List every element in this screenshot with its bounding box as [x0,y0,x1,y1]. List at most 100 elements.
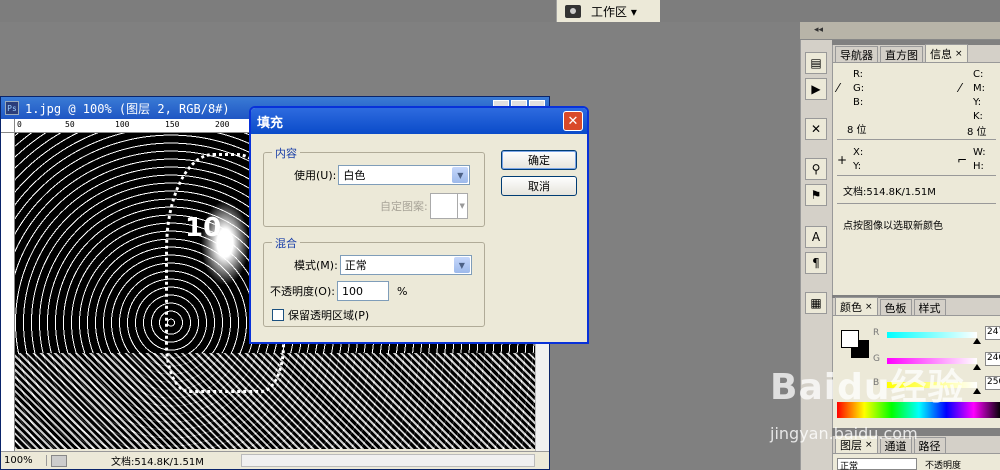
info-y: Y: [973,97,982,108]
close-icon[interactable]: × [865,302,873,312]
info-x: X: [853,147,864,158]
tab-swatches[interactable]: 色板 [879,299,912,315]
clone-icon[interactable]: ⚑ [805,184,827,206]
chevron-down-icon[interactable]: ▼ [456,194,467,218]
tab-styles[interactable]: 样式 [913,299,946,315]
tab-histogram[interactable]: 直方图 [880,46,923,62]
g-slider-thumb[interactable] [973,364,981,370]
divider [837,175,996,176]
status-bar: 100% 文档:514.8K/1.51M [1,451,549,469]
baidu-watermark-logo: Baidu经验 [770,367,965,408]
custom-pattern-row: 自定图案: ▼ [380,193,468,219]
info-r: R: [853,69,864,80]
info-c: C: [973,69,984,80]
info-b: B: [853,97,864,108]
ruler-tick: 200 [215,120,230,129]
eyedropper-icon: ⁄ [837,81,840,95]
layer-opacity-label: 不透明度 [925,461,962,470]
info-k: K: [973,111,983,122]
pattern-picker[interactable]: ▼ [429,193,468,219]
status-menu-icon[interactable] [51,454,67,467]
dialog-close-button[interactable]: ✕ [563,111,583,131]
paragraph-icon[interactable]: ¶ [805,252,827,274]
jersey-number: 10 [185,213,222,243]
info-bits-left: 8 位 [847,125,867,136]
info-y-coord: Y: [853,161,862,172]
workspace-label: 工作区 ▾ [591,4,637,19]
camera-icon [565,4,581,18]
document-info: 文档:514.8K/1.51M [111,457,204,468]
blend-mode-select[interactable]: 正常 [837,458,917,470]
close-icon[interactable]: × [955,49,963,59]
info-hint: 点按图像以选取新颜色 [843,221,943,232]
opacity-label: 不透明度(O): [270,285,335,298]
info-g: G: [853,83,865,94]
zoom-level[interactable]: 100% [1,455,47,466]
ruler-tick: 150 [165,120,180,129]
info-body: ⁄ R: G: B: 8 位 ⁄ C: M: Y: K: 8 位 + X: Y:… [833,63,1000,198]
tab-color[interactable]: 颜色 × [835,297,878,315]
divider [837,203,996,204]
vertical-ruler[interactable] [1,133,15,451]
workspace-menu[interactable]: 工作区 ▾ [556,0,660,22]
r-label: R [873,328,880,338]
mode-select[interactable]: 正常 ▼ [339,255,472,275]
preserve-transparency-checkbox[interactable] [272,309,284,321]
info-doc-size: 文档:514.8K/1.51M [843,187,936,198]
fill-dialog: 填充 ✕ 内容 使用(U): 白色 ▼ 自定图案: ▼ 混合 模式(M): 正常… [249,106,589,344]
tab-navigator[interactable]: 导航器 [835,46,878,62]
selection-size-icon: ⌐ [957,153,968,167]
eyedropper-icon: ⁄ [959,81,962,95]
color-tabs: 颜色 × 色板 样式 [833,297,1000,316]
foreground-color-swatch[interactable] [841,330,859,348]
info-h: H: [973,161,984,172]
use-row: 使用(U): 白色 ▼ [294,165,471,185]
dock-header[interactable]: ◂◂ [800,22,1000,40]
play-icon[interactable]: ▶ [805,78,827,100]
ruler-corner[interactable] [1,119,15,133]
blending-group-label: 混合 [272,235,300,251]
tab-color-label: 颜色 [840,300,862,314]
blending-group: 混合 模式(M): 正常 ▼ 不透明度(O): 100 % 保留透明区域(P) [263,235,485,327]
custom-pattern-label: 自定图案: [380,200,428,213]
layer-comps-icon[interactable]: ▦ [805,292,827,314]
character-icon[interactable]: A [805,226,827,248]
info-panel: 导航器 直方图 信息 × ⁄ R: G: B: 8 位 ⁄ C: M: Y: K:… [832,44,1000,295]
r-slider[interactable] [887,332,977,338]
use-value: 白色 [343,169,366,182]
info-m: M: [973,83,985,94]
mode-value: 正常 [344,259,367,272]
tab-paths[interactable]: 路径 [913,437,946,453]
preserve-row: 保留透明区域(P) [272,307,369,323]
info-tabs: 导航器 直方图 信息 × [833,44,1000,63]
opacity-value: 100 [341,284,363,298]
chevron-down-icon[interactable]: ▼ [453,257,470,273]
b-slider-thumb[interactable] [973,388,981,394]
r-value[interactable]: 247 [985,326,1000,340]
g-value[interactable]: 240 [985,352,1000,366]
use-label: 使用(U): [294,169,337,182]
dialog-title: 填充 [257,115,284,131]
b-value[interactable]: 250 [985,376,1000,390]
document-title: 1.jpg @ 100% (图层 2, RGB/8#) [25,101,230,116]
chevron-down-icon[interactable]: ▼ [452,167,469,183]
r-slider-thumb[interactable] [973,338,981,344]
preserve-transparency-label[interactable]: 保留透明区域(P) [288,307,369,323]
opacity-input[interactable]: 100 [336,281,389,301]
brush-icon[interactable]: ⚲ [805,158,827,180]
tab-info[interactable]: 信息 × [925,44,968,62]
collapse-icon[interactable]: ◂◂ [814,25,823,35]
navigator-icon[interactable]: ▤ [805,52,827,74]
contents-group-label: 内容 [272,145,300,161]
ok-button[interactable]: 确定 [501,150,577,170]
tools-icon[interactable]: ✕ [805,118,827,140]
divider [837,139,996,140]
horizontal-scrollbar[interactable] [241,454,535,467]
opacity-row: 不透明度(O): 100 % [270,281,407,301]
dialog-title-bar[interactable]: 填充 [251,108,587,134]
use-select[interactable]: 白色 ▼ [338,165,471,185]
top-bar: 工作区 ▾ [0,0,1000,22]
cancel-button[interactable]: 取消 [501,176,577,196]
baidu-watermark-url: jingyan.baidu.com [770,424,918,443]
contents-group: 内容 使用(U): 白色 ▼ 自定图案: ▼ [263,145,485,227]
